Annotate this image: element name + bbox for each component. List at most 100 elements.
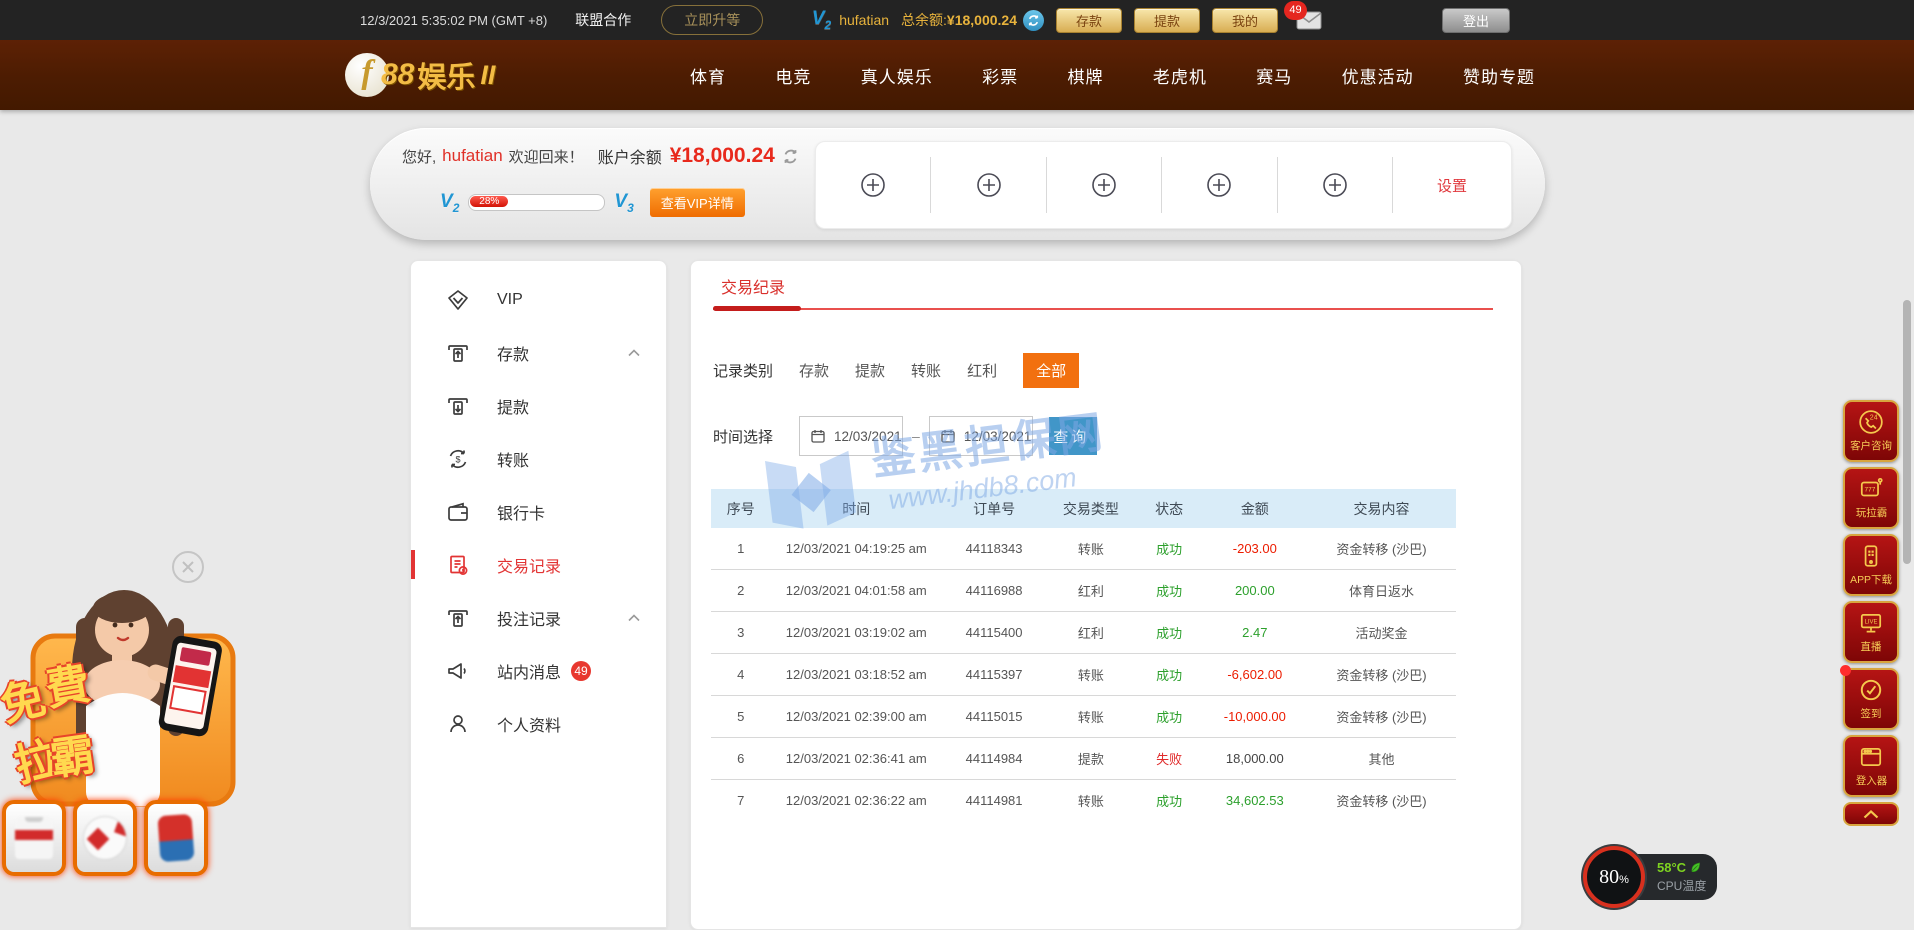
cell-content: 资金转移 (沙巴): [1307, 654, 1456, 696]
refresh-balance-icon[interactable]: [1023, 10, 1044, 31]
time-range-row: 时间选择 12/03/2021 – 12/03/2021 查询: [713, 416, 1097, 456]
search-button[interactable]: 查询: [1049, 417, 1097, 455]
sidebar-item-deposit[interactable]: 存款: [411, 326, 666, 379]
live-stream-button[interactable]: LIVE 直播: [1843, 601, 1899, 663]
scrollbar-thumb[interactable]: [1903, 300, 1911, 564]
logo-name: 娱乐: [417, 54, 475, 96]
transactions-table: 序号 时间 订单号 交易类型 状态 金额 交易内容 1 12/03/2021 0…: [711, 489, 1456, 821]
collapse-stack-button[interactable]: [1843, 802, 1899, 826]
filter-label: 记录类别: [713, 360, 773, 381]
record-type-filters: 记录类别 存款 提款 转账 红利 全部: [713, 353, 1079, 388]
cell-type: 转账: [1046, 654, 1135, 696]
cell-time: 12/03/2021 04:01:58 am: [771, 570, 942, 612]
header-time: 时间: [771, 489, 942, 528]
cell-content: 资金转移 (沙巴): [1307, 696, 1456, 738]
sidebar-item-transfer[interactable]: $ 转账: [411, 432, 666, 485]
cell-seq: 1: [711, 528, 771, 570]
cell-amount: 200.00: [1203, 570, 1307, 612]
cell-seq: 5: [711, 696, 771, 738]
nav-item-sports[interactable]: 体育: [690, 63, 726, 88]
sidebar-item-site-messages[interactable]: 站内消息 49: [411, 644, 666, 697]
cell-order: 44115397: [942, 654, 1046, 696]
notification-dot: [1840, 665, 1851, 676]
account-balance-label: 账户余额: [598, 144, 662, 168]
calendar-icon: [939, 427, 957, 445]
promo-popup: 免 費 拉 霸: [0, 548, 252, 883]
account-balance-value: ¥18,000.24: [670, 144, 775, 168]
cell-seq: 2: [711, 570, 771, 612]
cell-status: 成功: [1136, 528, 1203, 570]
logout-button[interactable]: 登出: [1442, 8, 1510, 33]
check-in-button[interactable]: 签到: [1843, 668, 1899, 730]
add-slot-button[interactable]: [1047, 170, 1161, 200]
filter-withdraw[interactable]: 提款: [855, 360, 885, 381]
sidebar-item-transaction-records[interactable]: 交易记录: [411, 538, 666, 591]
add-slot-button[interactable]: [1278, 170, 1392, 200]
app-download-button[interactable]: APP下载: [1843, 534, 1899, 596]
floating-sidebar: 24 客户咨询 777 玩拉霸 APP下载 LIVE 直播 签: [1843, 400, 1899, 826]
filter-transfer[interactable]: 转账: [911, 360, 941, 381]
plus-circle-icon: [858, 170, 888, 200]
cell-amount: -6,602.00: [1203, 654, 1307, 696]
system-monitor-widget: 58°C CPU温度 80%: [1583, 846, 1717, 908]
person-icon: [445, 711, 471, 737]
settings-link[interactable]: 设置: [1393, 175, 1511, 196]
balance-label: 总余额:: [901, 10, 947, 30]
alliance-link[interactable]: 联盟合作: [575, 10, 631, 30]
filter-all[interactable]: 全部: [1023, 353, 1079, 388]
svg-text:777: 777: [1864, 487, 1875, 494]
customer-service-button[interactable]: 24 客户咨询: [1843, 400, 1899, 462]
cell-seq: 4: [711, 654, 771, 696]
table-row: 2 12/03/2021 04:01:58 am 44116988 红利 成功 …: [711, 570, 1456, 612]
messages-mail-icon[interactable]: 49: [1296, 11, 1322, 30]
add-slot-button[interactable]: [1162, 170, 1276, 200]
sidebar-item-bank-card[interactable]: 银行卡: [411, 485, 666, 538]
chevron-up-icon: [1863, 810, 1879, 819]
nav-item-esports[interactable]: 电竞: [775, 63, 811, 88]
sidebar-item-betting-records[interactable]: 投注记录: [411, 591, 666, 644]
svg-text:LIVE: LIVE: [1865, 620, 1878, 626]
vip-detail-button[interactable]: 查看VIP详情: [650, 188, 745, 217]
deposit-button[interactable]: 存款: [1056, 8, 1122, 33]
cell-type: 提款: [1046, 738, 1135, 780]
nav-item-slots[interactable]: 老虎机: [1153, 63, 1207, 88]
sidebar-item-withdraw[interactable]: 提款: [411, 379, 666, 432]
datetime-text: 12/3/2021 5:35:02 PM (GMT +8): [360, 13, 547, 28]
refresh-account-balance-icon[interactable]: [782, 148, 799, 165]
cell-seq: 7: [711, 780, 771, 822]
nav-item-live-casino[interactable]: 真人娱乐: [861, 63, 933, 88]
play-slots-button[interactable]: 777 玩拉霸: [1843, 467, 1899, 529]
withdraw-button[interactable]: 提款: [1134, 8, 1200, 33]
date-to-input[interactable]: 12/03/2021: [929, 416, 1033, 456]
logo-number: 88: [381, 58, 414, 92]
cell-time: 12/03/2021 02:39:00 am: [771, 696, 942, 738]
nav-item-promotions[interactable]: 优惠活动: [1342, 63, 1414, 88]
date-from-input[interactable]: 12/03/2021: [799, 416, 903, 456]
username-text: hufatian: [839, 12, 889, 28]
sidebar-item-vip[interactable]: VIP: [411, 273, 666, 326]
nav-item-lottery[interactable]: 彩票: [982, 63, 1018, 88]
tab-underline: [713, 308, 1493, 310]
nav-item-sponsorship[interactable]: 赞助专题: [1463, 63, 1535, 88]
cell-order: 44115015: [942, 696, 1046, 738]
nav-item-board-games[interactable]: 棋牌: [1068, 63, 1104, 88]
upgrade-button[interactable]: 立即升等: [661, 5, 763, 35]
cell-content: 活动奖金: [1307, 612, 1456, 654]
transaction-record-icon: [445, 552, 471, 578]
close-icon: [181, 560, 195, 574]
table-row: 6 12/03/2021 02:36:41 am 44114984 提款 失败 …: [711, 738, 1456, 780]
add-slot-button[interactable]: [931, 170, 1045, 200]
mine-button[interactable]: 我的: [1212, 8, 1278, 33]
cpu-usage-gauge: 80%: [1583, 846, 1645, 908]
site-logo[interactable]: f 88 娱乐 II: [345, 52, 495, 98]
filter-deposit[interactable]: 存款: [799, 360, 829, 381]
filter-bonus[interactable]: 红利: [967, 360, 997, 381]
add-slot-button[interactable]: [816, 170, 930, 200]
browser-window-icon: [1858, 744, 1884, 770]
plus-circle-icon: [1204, 170, 1234, 200]
sidebar-item-profile[interactable]: 个人资料: [411, 697, 666, 750]
leaf-icon: [1690, 862, 1701, 874]
tab-transaction-records[interactable]: 交易纪录: [721, 274, 785, 298]
launcher-button[interactable]: 登入器: [1843, 735, 1899, 797]
nav-item-horse-racing[interactable]: 赛马: [1256, 63, 1292, 88]
